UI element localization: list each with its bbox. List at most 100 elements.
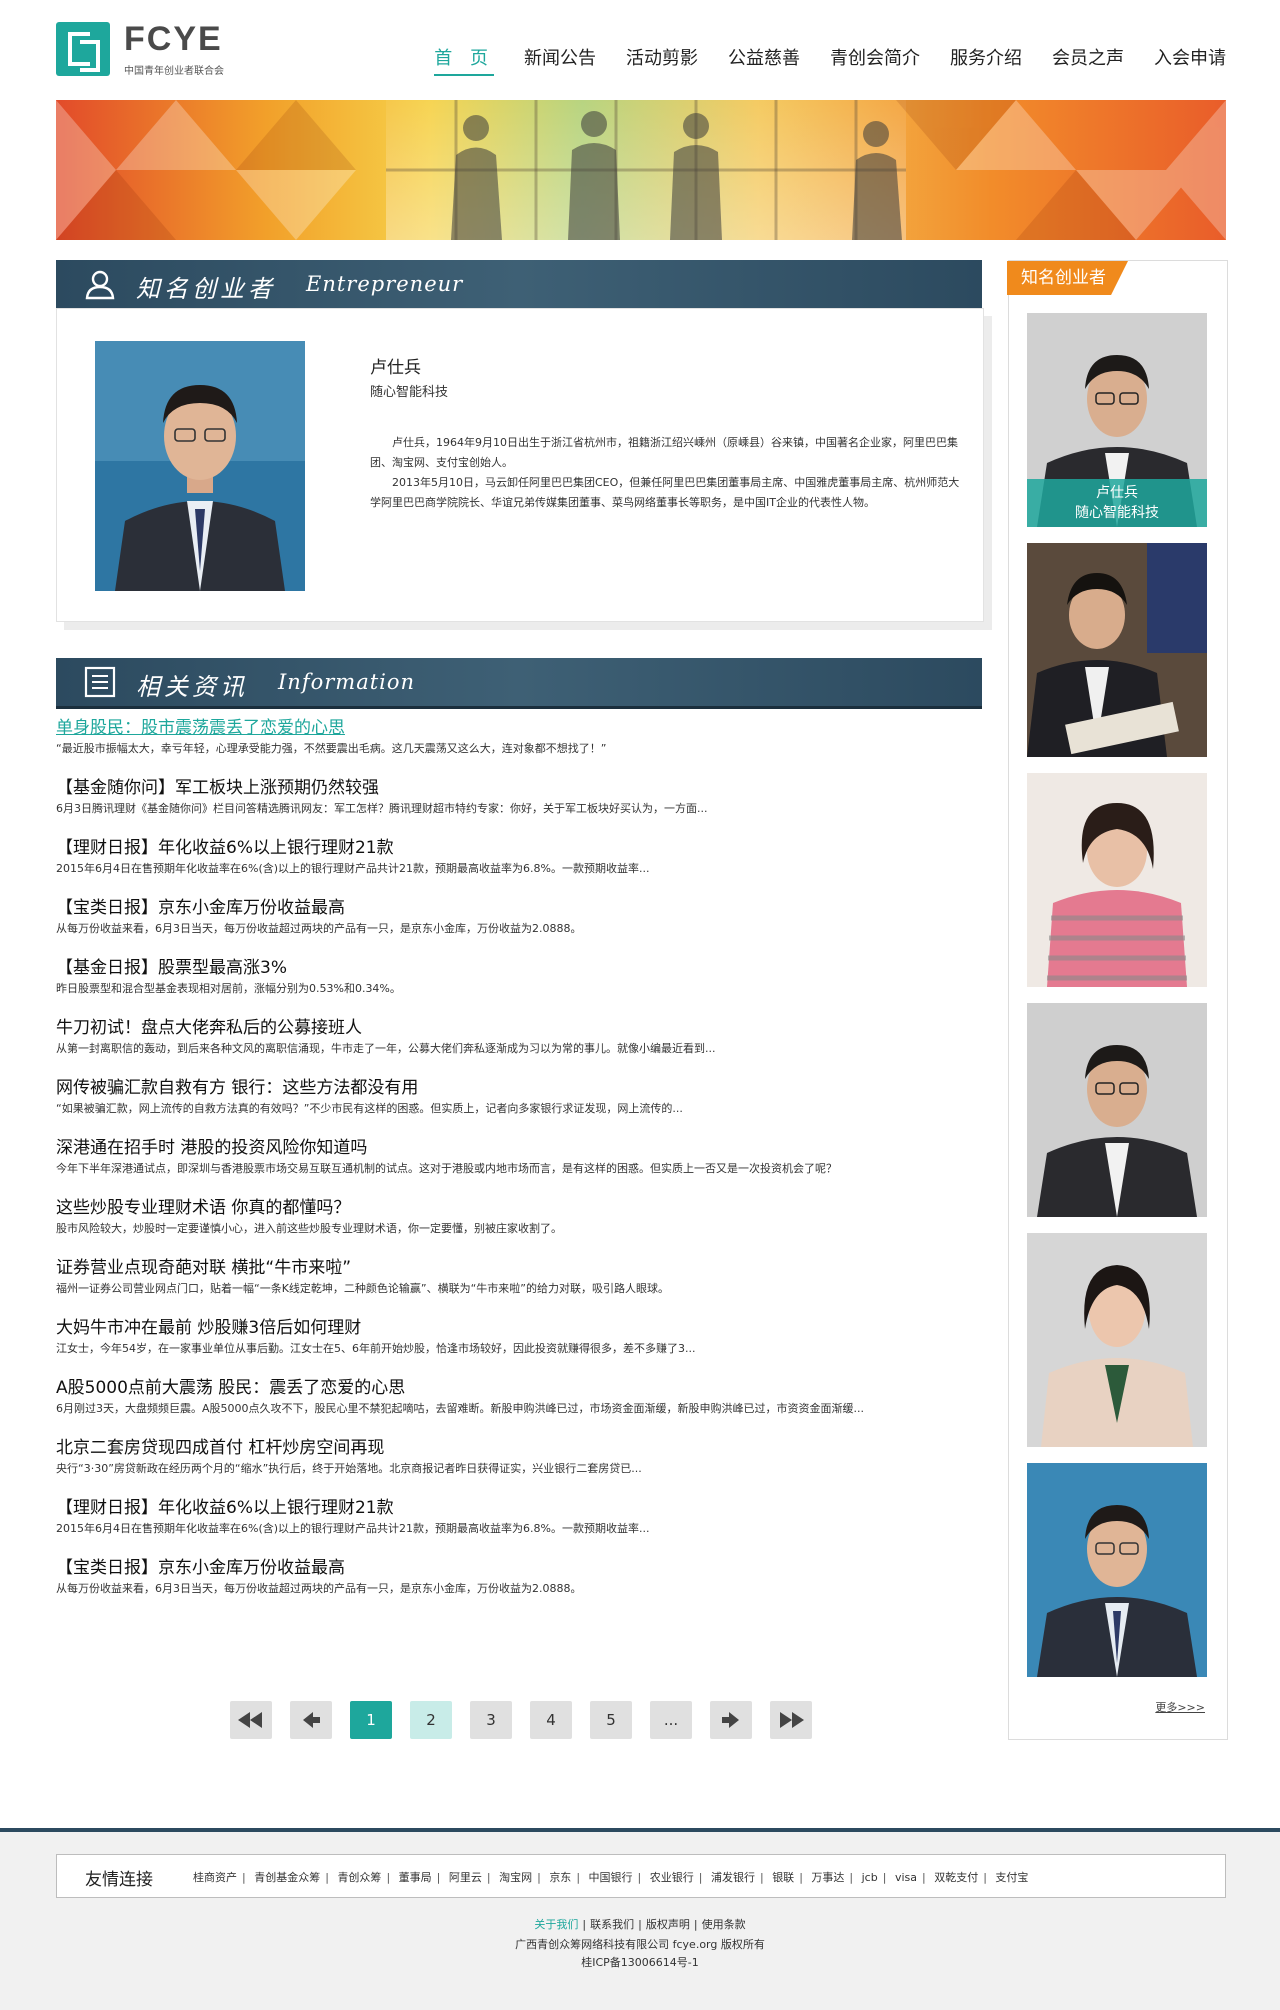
friend-link[interactable]: 青创基金众筹 (254, 1871, 320, 1884)
link-separator: | (242, 1871, 246, 1884)
last-page-button[interactable] (770, 1701, 812, 1739)
page-3-button[interactable]: 3 (470, 1701, 512, 1739)
page-ellipsis: ... (650, 1701, 692, 1739)
list-item: A股5000点前大震荡 股民：震丢了恋爱的心思 6月刚过3天，大盘频频巨震。A股… (56, 1376, 986, 1436)
entrepreneur-title-cn: 知名创业者 (136, 275, 276, 303)
list-item: 【理财日报】年化收益6%以上银行理财21款 2015年6月4日在售预期年化收益率… (56, 836, 986, 896)
link-separator: | (325, 1871, 329, 1884)
info-item-desc: “如果被骗汇款，网上流传的自救方法真的有效吗？”不少市民有这样的困惑。但实质上，… (56, 1102, 683, 1115)
friend-link[interactable]: visa (895, 1871, 917, 1884)
list-item: 单身股民：股市震荡震丢了恋爱的心思 “最近股市振幅太大，幸亏年轻，心理承受能力强… (56, 716, 986, 776)
first-page-button[interactable] (230, 1701, 272, 1739)
friend-link[interactable]: jcb (862, 1871, 878, 1884)
sidebar-more-link[interactable]: 更多>>> (1155, 1699, 1205, 1715)
footer-link-terms[interactable]: 使用条款 (702, 1918, 746, 1931)
link-separator: | (637, 1871, 642, 1884)
nav-services[interactable]: 服务介绍 (950, 40, 1022, 76)
info-item-desc: 6月刚过3天，大盘频频巨震。A股5000点久攻不下，股民心里不禁犯起嘀咕，去留难… (56, 1402, 865, 1415)
friend-links-title: 友情连接 (85, 1870, 153, 1890)
document-icon (84, 666, 116, 698)
link-separator: | (882, 1871, 887, 1884)
info-item-title[interactable]: 【宝类日报】京东小金库万份收益最高 (56, 1556, 986, 1580)
info-item-desc: 福州一证券公司营业网点门口，贴着一幅“一条K线定乾坤，二种颜色论输赢”、横联为“… (56, 1282, 670, 1295)
hero-banner (56, 100, 1226, 240)
info-item-desc: 从第一封离职信的轰动，到后来各种文风的离职信涌现，牛市走了一年，公募大佬们奔私逐… (56, 1042, 716, 1055)
main-nav: 首 页 新闻公告 活动剪影 公益慈善 青创会简介 服务介绍 会员之声 入会申请 (404, 40, 1226, 76)
friend-link[interactable]: 万事达 (811, 1871, 844, 1884)
next-page-button[interactable] (710, 1701, 752, 1739)
info-item-title[interactable]: 【理财日报】年化收益6%以上银行理财21款 (56, 1496, 986, 1520)
sidebar-featured-name: 卢仕兵 (1096, 485, 1138, 501)
entrepreneur-section-header: 知名创业者 Entrepreneur (56, 260, 982, 311)
page-4-button[interactable]: 4 (530, 1701, 572, 1739)
sidebar-entrepreneur-photo[interactable] (1027, 1003, 1207, 1217)
page-2-button[interactable]: 2 (410, 1701, 452, 1739)
info-item-title[interactable]: 【宝类日报】京东小金库万份收益最高 (56, 896, 986, 920)
nav-members[interactable]: 会员之声 (1052, 40, 1124, 76)
info-item-desc: 今年下半年深港通试点，即深圳与香港股票市场交易互联互通机制的试点。这对于港股或内… (56, 1162, 837, 1175)
footer-link-about[interactable]: 关于我们 (534, 1918, 578, 1931)
site-logo[interactable]: FCYE 中国青年创业者联合会 (56, 20, 256, 80)
friend-link[interactable]: 浦发银行 (711, 1871, 755, 1884)
nav-join[interactable]: 入会申请 (1154, 40, 1226, 76)
info-title-cn: 相关资讯 (136, 673, 248, 701)
friend-link[interactable]: 桂商资产 (193, 1871, 237, 1884)
info-item-title[interactable]: 【理财日报】年化收益6%以上银行理财21款 (56, 836, 986, 860)
info-item-title[interactable]: 单身股民：股市震荡震丢了恋爱的心思 (56, 716, 986, 740)
nav-activities[interactable]: 活动剪影 (626, 40, 698, 76)
sidebar-entrepreneur-photo[interactable] (1027, 1463, 1207, 1677)
info-item-title[interactable]: 牛刀初试！盘点大佬奔私后的公募接班人 (56, 1016, 986, 1040)
info-item-desc: 6月3日腾讯理财《基金随你问》栏目问答精选腾讯网友：军工怎样？腾讯理财超市特约专… (56, 802, 708, 815)
list-item: 【宝类日报】京东小金库万份收益最高 从每万份收益来看，6月3日当天，每万份收益超… (56, 896, 986, 956)
friend-link[interactable]: 中国银行 (589, 1871, 633, 1884)
info-item-title[interactable]: 北京二套房贷现四成首付 杠杆炒房空间再现 (56, 1436, 986, 1460)
sidebar-entrepreneur-photo[interactable] (1027, 1233, 1207, 1447)
sidebar-entrepreneur-photo[interactable]: 卢仕兵 随心智能科技 (1027, 313, 1207, 527)
friend-link[interactable]: 董事局 (399, 1871, 432, 1884)
footer-copyright: 广西青创众筹网络科技有限公司 fcye.org 版权所有 (515, 1938, 765, 1951)
link-separator: | (759, 1871, 764, 1884)
friend-link[interactable]: 京东 (549, 1871, 571, 1884)
info-item-title[interactable]: 网传被骗汇款自救有方 银行：这些方法都没有用 (56, 1076, 986, 1100)
site-footer: 友情连接 桂商资产 | 青创基金众筹 | 青创众筹 | 董事局 | 阿里云 | 淘宝网 | … (0, 1832, 1280, 2010)
list-item: 网传被骗汇款自救有方 银行：这些方法都没有用 “如果被骗汇款，网上流传的自救方法… (56, 1076, 986, 1136)
footer-link-copyright[interactable]: 版权声明 (646, 1918, 690, 1931)
page-1-button[interactable]: 1 (350, 1701, 392, 1739)
page-5-button[interactable]: 5 (590, 1701, 632, 1739)
link-separator: | (983, 1871, 987, 1884)
info-item-title[interactable]: 大妈牛市冲在最前 炒股赚3倍后如何理财 (56, 1316, 986, 1340)
info-item-desc: 从每万份收益来看，6月3日当天，每万份收益超过两块的产品有一只，是京东小金库，万… (56, 1582, 582, 1595)
link-separator: | (576, 1871, 581, 1884)
nav-home[interactable]: 首 页 (434, 40, 494, 76)
sidebar: 知名创业者 卢仕兵 随心智能科技 更多>>> (1007, 260, 1228, 1740)
info-item-title[interactable]: A股5000点前大震荡 股民：震丢了恋爱的心思 (56, 1376, 986, 1400)
nav-about[interactable]: 青创会简介 (830, 40, 920, 76)
friend-link[interactable]: 银联 (772, 1871, 794, 1884)
link-separator: | (386, 1871, 391, 1884)
friend-link[interactable]: 支付宝 (995, 1871, 1028, 1884)
prev-page-button[interactable] (290, 1701, 332, 1739)
friend-link[interactable]: 阿里云 (449, 1871, 482, 1884)
sidebar-entrepreneur-photo[interactable] (1027, 773, 1207, 987)
sidebar-entrepreneur-photo[interactable] (1027, 543, 1207, 757)
sidebar-featured-company: 随心智能科技 (1075, 505, 1159, 521)
list-item: 深港通在招手时 港股的投资风险你知道吗 今年下半年深港通试点，即深圳与香港股票市… (56, 1136, 986, 1196)
info-item-title[interactable]: 深港通在招手时 港股的投资风险你知道吗 (56, 1136, 986, 1160)
double-arrow-left-icon (238, 1712, 262, 1728)
entrepreneur-photo[interactable] (95, 341, 305, 591)
list-item: 大妈牛市冲在最前 炒股赚3倍后如何理财 江女士，今年54岁，在一家事业单位从事后… (56, 1316, 986, 1376)
info-title-en: Information (278, 670, 416, 694)
info-item-title[interactable]: 这些炒股专业理财术语 你真的都懂吗？ (56, 1196, 986, 1220)
friend-link[interactable]: 农业银行 (650, 1871, 694, 1884)
friend-link[interactable]: 青创众筹 (337, 1871, 381, 1884)
nav-charity[interactable]: 公益慈善 (728, 40, 800, 76)
info-item-title[interactable]: 【基金日报】股票型最高涨3% (56, 956, 986, 980)
link-separator: | (582, 1918, 587, 1931)
info-item-title[interactable]: 证券营业点现奇葩对联 横批“牛市来啦” (56, 1256, 986, 1280)
friend-link[interactable]: 淘宝网 (499, 1871, 532, 1884)
footer-link-contact[interactable]: 联系我们 (590, 1918, 634, 1931)
list-item: 【理财日报】年化收益6%以上银行理财21款 2015年6月4日在售预期年化收益率… (56, 1496, 986, 1556)
nav-news[interactable]: 新闻公告 (524, 40, 596, 76)
friend-link[interactable]: 双乾支付 (934, 1871, 978, 1884)
info-item-title[interactable]: 【基金随你问】军工板块上涨预期仍然较强 (56, 776, 986, 800)
